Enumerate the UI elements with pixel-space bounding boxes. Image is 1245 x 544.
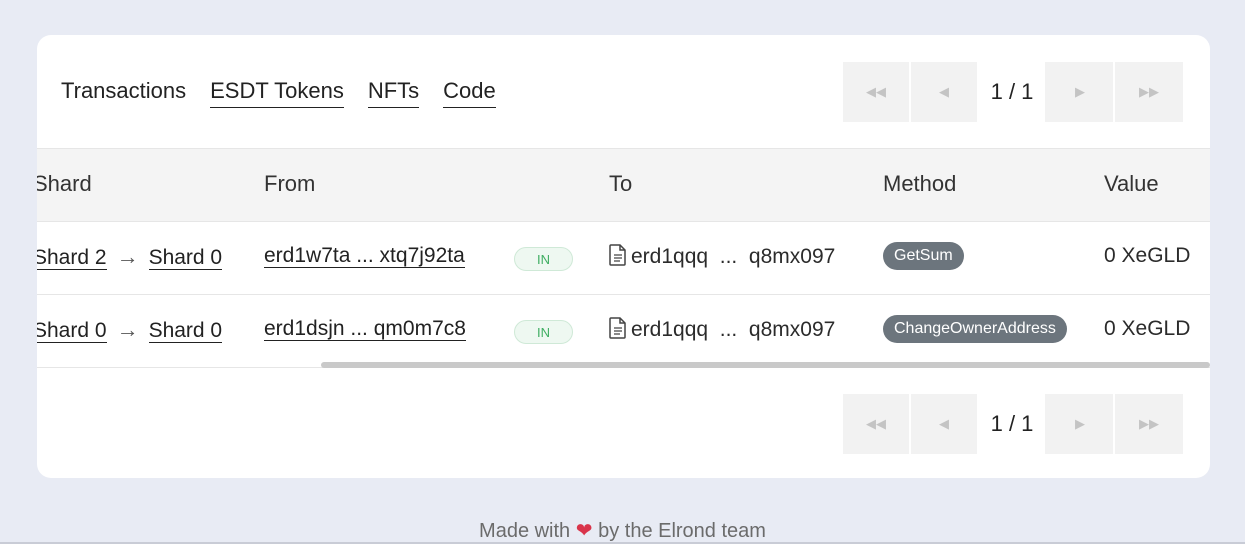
footer-suffix: by the Elrond team [598, 520, 766, 542]
arrow-right-icon: → [116, 317, 139, 342]
page-indicator: 1 / 1 [979, 62, 1047, 122]
chevron-right-icon: ▶ [1075, 416, 1085, 431]
to-cell: erd1qqq ... q8mx097 [609, 244, 835, 269]
table-row: Shard 0 → Shard 0 erd1dsjn ... qm0m7c8 IN … [37, 295, 1210, 368]
tabs-bar: Transactions ESDT Tokens NFTs Code [61, 78, 496, 108]
tab-code[interactable]: Code [443, 78, 496, 108]
column-header-to: To [609, 171, 633, 196]
next-page-button[interactable]: ▶ [1047, 394, 1115, 454]
shard-to-link[interactable]: Shard 0 [148, 246, 223, 270]
contract-file-icon [609, 317, 626, 339]
column-header-shard: Shard [37, 171, 92, 196]
direction-badge: IN [514, 320, 573, 344]
column-header-method: Method [883, 171, 957, 196]
pagination-bottom: ◀◀ ◀ 1 / 1 ▶ ▶▶ [843, 394, 1183, 454]
horizontal-scrollbar[interactable] [321, 362, 1210, 368]
prev-page-button[interactable]: ◀ [911, 62, 979, 122]
footer: Made with ❤ by the Elrond team [0, 518, 1245, 543]
shard-from-link[interactable]: Shard 0 [37, 319, 107, 343]
value-cell: 0 XeGLD [1104, 244, 1191, 267]
shard-to-link[interactable]: Shard 0 [148, 319, 223, 343]
pagination-top: ◀◀ ◀ 1 / 1 ▶ ▶▶ [843, 62, 1183, 122]
contract-file-icon [609, 244, 626, 266]
heart-icon: ❤ [575, 520, 593, 542]
method-badge: GetSum [883, 242, 964, 270]
from-cell: erd1w7ta ... xtq7j92ta [264, 244, 465, 268]
table-header: Shard From To Method Value [37, 148, 1210, 222]
arrow-right-icon: → [116, 244, 139, 269]
column-header-from: From [264, 171, 316, 196]
to-address-link[interactable]: erd1qqq ... q8mx097 [631, 245, 835, 268]
chevron-left-icon: ◀ [939, 416, 949, 431]
chevron-left-icon: ◀ [939, 84, 949, 99]
method-badge: ChangeOwnerAddress [883, 315, 1067, 343]
column-header-value: Value [1104, 171, 1159, 196]
footer-prefix: Made with [479, 520, 571, 542]
tab-nfts[interactable]: NFTs [367, 78, 420, 108]
prev-page-button[interactable]: ◀ [911, 394, 979, 454]
table-row: Shard 2 → Shard 0 erd1w7ta ... xtq7j92ta I… [37, 222, 1210, 295]
double-chevron-left-icon: ◀◀ [866, 84, 886, 99]
to-cell: erd1qqq ... q8mx097 [609, 317, 835, 342]
shard-cell: Shard 0 → Shard 0 [37, 317, 223, 343]
direction-badge: IN [514, 247, 573, 271]
double-chevron-right-icon: ▶▶ [1139, 84, 1159, 99]
transactions-card: Transactions ESDT Tokens NFTs Code ◀◀ ◀ … [37, 35, 1210, 478]
double-chevron-right-icon: ▶▶ [1139, 416, 1159, 431]
first-page-button[interactable]: ◀◀ [843, 62, 911, 122]
double-chevron-left-icon: ◀◀ [866, 416, 886, 431]
tab-transactions[interactable]: Transactions [61, 78, 186, 108]
page-indicator: 1 / 1 [979, 394, 1047, 454]
first-page-button[interactable]: ◀◀ [843, 394, 911, 454]
from-address-link[interactable]: erd1w7ta ... xtq7j92ta [264, 244, 465, 268]
chevron-right-icon: ▶ [1075, 84, 1085, 99]
from-cell: erd1dsjn ... qm0m7c8 [264, 317, 466, 341]
shard-cell: Shard 2 → Shard 0 [37, 244, 223, 270]
last-page-button[interactable]: ▶▶ [1115, 394, 1183, 454]
tab-esdt-tokens[interactable]: ESDT Tokens [210, 78, 344, 108]
from-address-link[interactable]: erd1dsjn ... qm0m7c8 [264, 317, 466, 341]
value-cell: 0 XeGLD [1104, 317, 1191, 340]
last-page-button[interactable]: ▶▶ [1115, 62, 1183, 122]
to-address-link[interactable]: erd1qqq ... q8mx097 [631, 318, 835, 341]
next-page-button[interactable]: ▶ [1047, 62, 1115, 122]
shard-from-link[interactable]: Shard 2 [37, 246, 107, 270]
